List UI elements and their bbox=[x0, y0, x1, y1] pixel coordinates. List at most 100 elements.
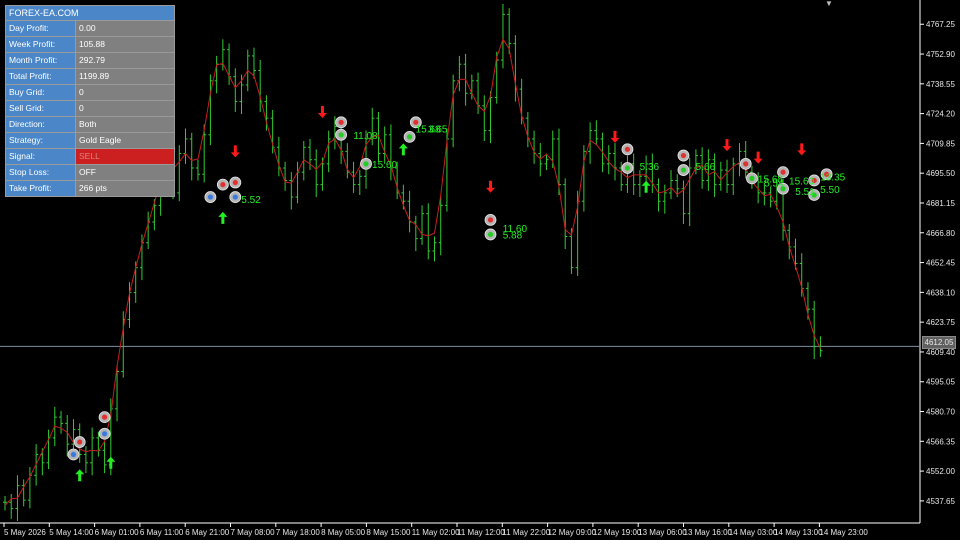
trade-marker-close bbox=[338, 132, 344, 138]
sell-arrow-icon bbox=[722, 139, 732, 152]
x-tick-label: 5 May 2026 bbox=[4, 528, 46, 537]
x-tick-label: 11 May 12:00 bbox=[457, 528, 505, 537]
x-tick-label: 14 May 23:00 bbox=[819, 528, 868, 537]
trade-marker-close bbox=[624, 165, 631, 171]
trade-marker-buy bbox=[232, 194, 238, 200]
y-tick-label: 4709.85 bbox=[926, 139, 955, 148]
y-tick-label: 4752.90 bbox=[926, 50, 955, 59]
x-tick-label: 6 May 11:00 bbox=[140, 528, 184, 537]
trade-marker-sell bbox=[220, 182, 226, 188]
panel-row-total-profit: Total Profit: 1199.89 bbox=[6, 69, 174, 85]
sell-arrow-icon bbox=[610, 130, 620, 143]
y-tick-label: 4580.70 bbox=[926, 408, 955, 417]
trade-marker-sell bbox=[101, 414, 108, 420]
panel-title: FOREX-EA.COM bbox=[6, 6, 174, 21]
buy-arrow-icon bbox=[75, 469, 85, 482]
x-tick-label: 14 May 03:00 bbox=[729, 528, 778, 537]
profit-label: 5.51 bbox=[795, 187, 815, 198]
row-value: Gold Eagle bbox=[76, 133, 174, 148]
y-tick-label: 4552.00 bbox=[926, 467, 955, 476]
x-tick-label: 6 May 21:00 bbox=[185, 528, 230, 537]
row-label: Buy Grid: bbox=[6, 85, 76, 100]
y-tick-label: 4695.50 bbox=[926, 169, 955, 178]
x-tick-label: 7 May 18:00 bbox=[276, 528, 321, 537]
y-tick-label: 4724.20 bbox=[926, 110, 955, 119]
row-label: Month Profit: bbox=[6, 53, 76, 68]
buy-arrow-icon bbox=[398, 143, 408, 156]
x-tick-label: 6 May 01:00 bbox=[95, 528, 140, 537]
profit-label: 5.36 bbox=[640, 162, 660, 173]
y-tick-label: 4652.45 bbox=[926, 259, 955, 268]
trade-marker-buy bbox=[101, 431, 108, 437]
trade-marker-close bbox=[680, 167, 687, 173]
row-value: 292.79 bbox=[76, 53, 174, 68]
buy-arrow-icon bbox=[106, 456, 116, 469]
y-tick-label: 4566.35 bbox=[926, 437, 955, 446]
trade-marker-sell bbox=[624, 146, 631, 152]
x-tick-label: 11 May 22:00 bbox=[502, 528, 550, 537]
panel-row-strategy: Strategy: Gold Eagle bbox=[6, 133, 174, 149]
buy-arrow-icon bbox=[218, 211, 228, 224]
y-tick-label: 4638.10 bbox=[926, 288, 955, 297]
panel-row-week-profit: Week Profit: 105.88 bbox=[6, 37, 174, 53]
trade-marker-close bbox=[487, 231, 494, 238]
row-label: Direction: bbox=[6, 117, 76, 132]
x-tick-label: 12 May 19:00 bbox=[593, 528, 642, 537]
row-label: Strategy: bbox=[6, 133, 76, 148]
x-tick-label: 12 May 09:00 bbox=[548, 528, 597, 537]
row-value: 1199.89 bbox=[76, 69, 174, 84]
mt-chart-window[interactable]: 4767.25 4752.90 4738.55 4724.20 4709.85 4695.… bbox=[0, 0, 960, 540]
profit-label: 15.60 bbox=[372, 160, 397, 171]
x-tick-label: 13 May 16:00 bbox=[684, 528, 733, 537]
x-tick-label: 11 May 02:00 bbox=[412, 528, 460, 537]
trade-marker-sell bbox=[77, 439, 83, 445]
trade-marker-buy bbox=[207, 194, 214, 200]
trade-marker-sell bbox=[743, 161, 749, 167]
panel-row-signal: Signal: SELL bbox=[6, 149, 174, 165]
buy-arrow-icon bbox=[641, 180, 651, 193]
trade-marker-buy bbox=[70, 451, 77, 458]
current-price-tag: 4612.05 bbox=[922, 336, 956, 349]
y-tick-label: 4738.55 bbox=[926, 80, 955, 89]
profit-label: 5.52 bbox=[241, 195, 261, 206]
y-tick-label: 4537.65 bbox=[926, 497, 955, 506]
row-label: Stop Loss: bbox=[6, 165, 76, 180]
row-label: Day Profit: bbox=[6, 21, 76, 36]
trade-marker-close bbox=[749, 175, 755, 181]
panel-row-take-profit: Take Profit: 266 pts bbox=[6, 181, 174, 196]
row-value: 105.88 bbox=[76, 37, 174, 52]
sell-arrow-icon bbox=[486, 180, 496, 193]
panel-row-direction: Direction: Both bbox=[6, 117, 174, 133]
y-tick-label: 4666.80 bbox=[926, 229, 955, 238]
profit-label: 5.66 bbox=[696, 162, 716, 173]
row-value: 0 bbox=[76, 85, 174, 100]
sell-arrow-icon bbox=[753, 151, 763, 164]
profit-label: 13.35 bbox=[820, 172, 845, 183]
trade-marker-close bbox=[363, 161, 369, 167]
x-tick-label: 8 May 05:00 bbox=[321, 528, 366, 537]
row-label: Week Profit: bbox=[6, 37, 76, 52]
y-tick-label: 4767.25 bbox=[926, 20, 955, 29]
profit-label: 5.54 bbox=[764, 179, 784, 190]
row-value: Both bbox=[76, 117, 174, 132]
trade-marker-sell bbox=[680, 152, 687, 159]
y-tick-label: 4623.75 bbox=[926, 318, 955, 327]
x-tick-label: 14 May 13:00 bbox=[774, 528, 823, 537]
y-tick-label: 4595.05 bbox=[926, 378, 955, 387]
y-tick-label: 4609.40 bbox=[926, 348, 955, 357]
trade-marker-sell bbox=[338, 119, 344, 125]
profit-label: 15.60 bbox=[789, 176, 814, 187]
y-tick-label: 4681.15 bbox=[926, 199, 955, 208]
scroll-indicator-icon[interactable]: ▼ bbox=[825, 0, 833, 8]
trade-marker-close bbox=[406, 134, 413, 140]
row-value: 0.00 bbox=[76, 21, 174, 36]
row-label: Total Profit: bbox=[6, 69, 76, 84]
panel-row-month-profit: Month Profit: 292.79 bbox=[6, 53, 174, 69]
row-value: OFF bbox=[76, 165, 174, 180]
trade-marker-sell bbox=[487, 217, 494, 223]
ea-info-panel: FOREX-EA.COM Day Profit: 0.00 Week Profi… bbox=[5, 5, 175, 197]
x-tick-label: 7 May 08:00 bbox=[231, 528, 276, 537]
sell-arrow-icon bbox=[317, 105, 327, 118]
profit-label: 5.88 bbox=[503, 230, 523, 241]
panel-row-sell-grid: Sell Grid: 0 bbox=[6, 101, 174, 117]
